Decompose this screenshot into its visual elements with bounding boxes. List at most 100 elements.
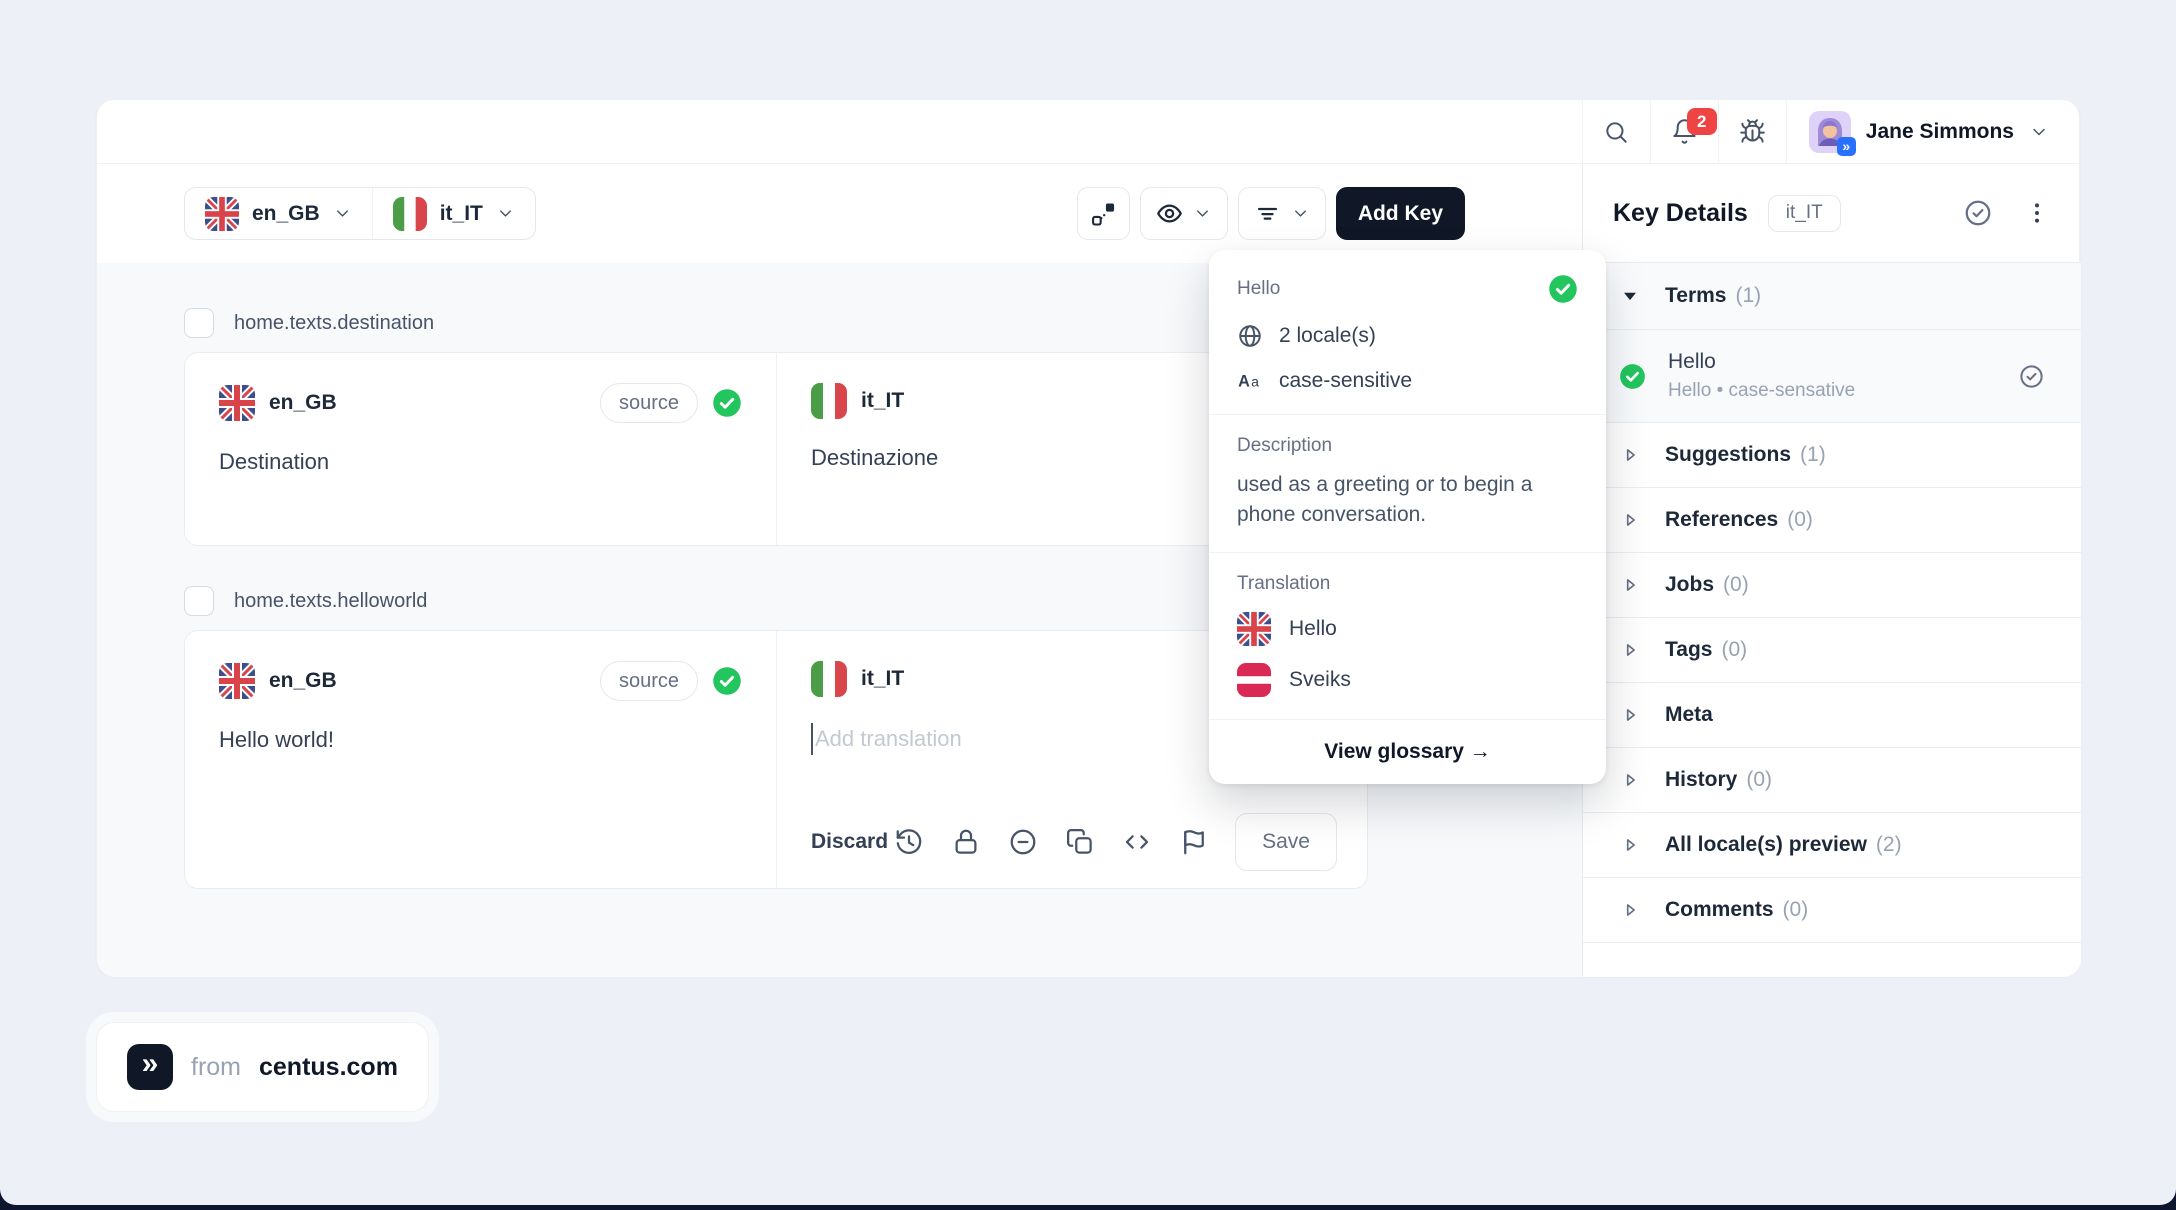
section-comments[interactable]: Comments (0): [1583, 878, 2081, 943]
chevron-down-icon: [2029, 122, 2049, 142]
minus-circle-icon[interactable]: [1008, 827, 1038, 857]
brand-avatar-badge: »: [1837, 137, 1856, 156]
glossary-description-section: Description used as a greeting or to beg…: [1209, 415, 1606, 553]
check-circle-icon[interactable]: [1963, 198, 1993, 228]
flag-icon[interactable]: [1179, 827, 1209, 857]
term-item[interactable]: Hello Hello • case-sensative: [1583, 330, 2081, 423]
row-checkbox[interactable]: [184, 586, 214, 616]
description-label: Description: [1237, 435, 1578, 457]
history-icon[interactable]: [894, 827, 924, 857]
top-header: 2 » Jane Simmons: [97, 100, 2079, 164]
centus-logo-icon: »: [127, 1044, 173, 1090]
notifications-button[interactable]: 2: [1650, 100, 1718, 163]
attribution-brand: centus.com: [259, 1053, 398, 1082]
chevron-down-icon: [496, 204, 515, 223]
section-history[interactable]: History (0): [1583, 748, 2081, 813]
italy-flag-icon: [393, 197, 427, 231]
key-row: home.texts.destination: [184, 308, 434, 338]
triangle-right-icon: [1619, 834, 1641, 856]
filter-icon: [1254, 200, 1281, 227]
section-terms[interactable]: Terms (1): [1583, 263, 2081, 330]
section-count: (1): [1735, 284, 1761, 308]
attribution-prefix: from: [191, 1053, 241, 1082]
section-meta[interactable]: Meta: [1583, 683, 2081, 748]
section-tags[interactable]: Tags (0): [1583, 618, 2081, 683]
section-references[interactable]: References (0): [1583, 488, 2081, 553]
source-badge: source: [600, 661, 698, 701]
check-circle-icon[interactable]: [2018, 363, 2045, 390]
uk-flag-icon: [219, 663, 255, 699]
source-cell[interactable]: en_GB source Destination: [185, 353, 776, 545]
chevron-down-icon: [1193, 204, 1212, 223]
globe-icon: [1237, 323, 1263, 349]
bug-icon: [1739, 118, 1766, 145]
app-window: 2 » Jane Simmons: [96, 99, 2080, 976]
source-cell[interactable]: en_GB source Hello world!: [185, 631, 776, 888]
section-count: (0): [1787, 508, 1813, 532]
source-badge: source: [600, 383, 698, 423]
section-label: Jobs: [1665, 573, 1714, 597]
target-locale-code: it_IT: [440, 202, 483, 226]
glossary-translation-text: Hello: [1289, 617, 1337, 641]
section-label: Terms: [1665, 284, 1726, 308]
section-all-locales-preview[interactable]: All locale(s) preview (2): [1583, 813, 2081, 878]
workflow-button[interactable]: [1077, 187, 1130, 240]
glossary-term-section: Hello 2 locale(s) Aa case-sensitive: [1209, 250, 1606, 415]
translation-label: Translation: [1237, 573, 1578, 595]
cell-locale: it_IT: [861, 667, 904, 691]
source-text[interactable]: Hello world!: [219, 727, 742, 753]
lock-icon[interactable]: [951, 827, 981, 857]
key-name: home.texts.helloworld: [234, 590, 427, 613]
latvia-flag-icon: [1237, 663, 1271, 697]
attribution-badge[interactable]: » from centus.com: [96, 1022, 429, 1112]
triangle-right-icon: [1619, 639, 1641, 661]
row-checkbox[interactable]: [184, 308, 214, 338]
discard-button[interactable]: Discard: [811, 830, 888, 854]
page-background: 2 » Jane Simmons: [0, 0, 2176, 1205]
preview-button[interactable]: [1140, 187, 1228, 240]
search-icon: [1603, 119, 1629, 145]
key-details-header: Key Details it_IT: [1582, 164, 2081, 263]
user-menu[interactable]: » Jane Simmons: [1786, 100, 2079, 163]
key-details-locale-badge: it_IT: [1768, 195, 1841, 232]
triangle-down-icon: [1619, 285, 1641, 307]
glossary-popover: Hello 2 locale(s) Aa case-sensitive Desc…: [1209, 250, 1606, 784]
toolbar-buttons: Add Key: [1077, 187, 1465, 240]
section-jobs[interactable]: Jobs (0): [1583, 553, 2081, 618]
code-icon[interactable]: [1122, 827, 1152, 857]
section-suggestions[interactable]: Suggestions (1): [1583, 423, 2081, 488]
chevron-down-icon: [333, 204, 352, 223]
source-text[interactable]: Destination: [219, 449, 742, 475]
triangle-right-icon: [1619, 769, 1641, 791]
glossary-translation-section: Translation Hello Sveiks: [1209, 553, 1606, 720]
save-button[interactable]: Save: [1235, 813, 1337, 871]
debug-button[interactable]: [1718, 100, 1786, 163]
case-sensitive-icon: Aa: [1237, 368, 1263, 394]
source-locale-select[interactable]: en_GB: [185, 188, 372, 239]
toolbar: en_GB it_IT: [97, 164, 1582, 263]
term-subtitle: Hello • case-sensative: [1668, 380, 1855, 402]
key-name: home.texts.destination: [234, 312, 434, 335]
workflow-icon: [1089, 200, 1117, 228]
copy-icon[interactable]: [1065, 827, 1095, 857]
triangle-right-icon: [1619, 574, 1641, 596]
translation-card: en_GB source Destination it_IT Destina: [184, 352, 1368, 546]
target-locale-select[interactable]: it_IT: [372, 188, 535, 239]
kebab-menu-icon[interactable]: [2023, 199, 2051, 227]
svg-text:A: A: [1238, 372, 1250, 390]
approved-check-icon: [712, 388, 742, 418]
key-details-title: Key Details: [1613, 199, 1748, 228]
add-key-button[interactable]: Add Key: [1336, 187, 1465, 240]
glossary-translation-row: Sveiks: [1237, 663, 1578, 697]
section-label: References: [1665, 508, 1778, 532]
uk-flag-icon: [1237, 612, 1271, 646]
text-cursor: [811, 723, 813, 755]
description-text: used as a greeting or to begin a phone c…: [1237, 470, 1578, 530]
search-button[interactable]: [1582, 100, 1650, 163]
source-locale-code: en_GB: [252, 202, 320, 226]
view-glossary-link[interactable]: View glossary →: [1209, 720, 1606, 784]
eye-icon: [1156, 200, 1183, 227]
uk-flag-icon: [205, 197, 239, 231]
filter-button[interactable]: [1238, 187, 1326, 240]
italy-flag-icon: [811, 383, 847, 419]
